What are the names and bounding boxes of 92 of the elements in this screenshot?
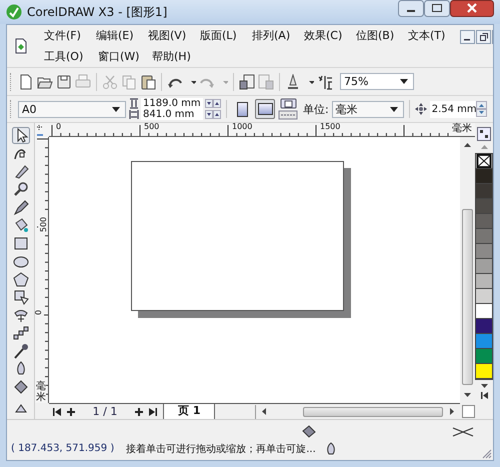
color-swatch[interactable] (476, 364, 492, 379)
color-swatch[interactable] (476, 169, 492, 184)
status-message: 接着单击可进行拖动或缩放；再单击可旋... (126, 442, 316, 456)
minimize-icon[interactable] (398, 0, 424, 17)
menu-item[interactable]: 视图(V) (148, 28, 200, 43)
cursor-coordinates: ( 187.453, 571.959 ) (11, 443, 114, 454)
landscape-button[interactable] (255, 99, 275, 119)
ruler-label: 500 (38, 216, 48, 234)
window-title: CorelDRAW X3 - [图形1] (27, 4, 168, 20)
height-field[interactable]: 841.0 mm (141, 109, 203, 120)
color-swatch[interactable] (476, 184, 492, 199)
color-swatch[interactable] (476, 229, 492, 244)
width-icon (129, 98, 139, 109)
menu-item[interactable]: 排列(A) (252, 28, 304, 43)
scroll-thumb[interactable] (303, 406, 444, 416)
minimize-icon[interactable] (460, 30, 475, 44)
color-swatch[interactable] (476, 214, 492, 229)
no-outline-icon (452, 426, 474, 436)
scroll-thumb[interactable] (462, 209, 473, 385)
add-page-icon[interactable] (67, 408, 75, 416)
move-arrows-icon (414, 103, 427, 115)
page-layout-icon[interactable] (278, 98, 298, 120)
ruler-label: 0 (55, 123, 62, 131)
pointer-icon[interactable] (12, 127, 30, 144)
width-field[interactable]: 1189.0 mm (141, 98, 203, 109)
color-swatch[interactable] (476, 259, 492, 274)
shapes-icon[interactable] (12, 289, 30, 306)
save-icon[interactable] (56, 74, 72, 90)
ruler-label: 1500 (319, 123, 342, 131)
color-swatch[interactable] (476, 274, 492, 289)
right-arrow-icon (450, 408, 454, 415)
resize-grip-icon (482, 449, 492, 459)
ruler-label: 0 (35, 308, 44, 316)
spinner-icon[interactable] (205, 110, 221, 119)
menu-item[interactable]: 文本(T) (408, 28, 460, 43)
menu-item[interactable]: 效果(C) (304, 28, 356, 43)
new-document-icon[interactable] (18, 74, 34, 90)
no-color-swatch[interactable] (476, 154, 492, 169)
app-logo-icon (6, 4, 22, 20)
ruler-unit: 毫米 (36, 381, 46, 403)
restore-icon[interactable] (476, 30, 491, 44)
scroll-end-icon[interactable] (480, 392, 488, 399)
units-label: 单位: (303, 102, 329, 116)
add-page-icon[interactable] (135, 408, 143, 416)
color-swatch[interactable] (476, 304, 492, 319)
color-swatch[interactable] (476, 289, 492, 304)
ruler-label: 500 (143, 123, 160, 131)
menu-item[interactable]: 帮助(H) (152, 49, 206, 64)
zoom-dropdown[interactable]: 75% (340, 73, 414, 90)
color-swatch[interactable] (476, 349, 492, 364)
menu-item[interactable]: 版面(L) (200, 28, 252, 43)
corner-box (462, 405, 475, 418)
menu-item[interactable]: 工具(O) (44, 49, 98, 64)
spinner-icon[interactable] (476, 101, 487, 117)
caret-icon (400, 79, 408, 84)
blend-icon[interactable] (12, 325, 30, 342)
clipboard-icon[interactable] (140, 74, 156, 90)
ruler-label: 1000 (231, 123, 254, 131)
palette-menu-icon[interactable] (477, 127, 491, 141)
down-arrow-icon (464, 393, 471, 397)
close-icon[interactable] (450, 0, 494, 17)
page-tab[interactable]: 页 1 (163, 404, 216, 420)
eyedropper-icon[interactable] (12, 343, 30, 360)
menu-item[interactable]: 窗口(W) (98, 49, 152, 64)
color-swatch[interactable] (476, 334, 492, 349)
pen-nib-icon (326, 442, 336, 456)
menu-item[interactable]: 编辑(E) (96, 28, 148, 43)
caret-icon (390, 106, 398, 112)
first-page-icon[interactable] (53, 408, 61, 416)
nudge-field[interactable]: 2.54 mm (430, 100, 487, 118)
caret-icon (112, 106, 120, 112)
left-arrow-icon (262, 408, 266, 415)
rectangle-icon[interactable] (12, 235, 30, 252)
magnifier-icon[interactable] (12, 181, 30, 198)
units-dropdown[interactable]: 毫米 (332, 100, 404, 118)
pen-icon[interactable] (12, 199, 30, 216)
height-icon (129, 109, 139, 120)
last-page-icon[interactable] (149, 408, 157, 416)
color-swatch[interactable] (476, 319, 492, 334)
color-swatch[interactable] (476, 244, 492, 259)
down-arrow-icon[interactable] (480, 384, 488, 388)
menu-item[interactable]: 位图(B) (356, 28, 408, 43)
pentagon-icon[interactable] (12, 271, 30, 288)
menu-item[interactable]: 文件(F) (44, 28, 96, 43)
paper-size-dropdown[interactable]: A0 (18, 100, 126, 118)
up-arrow-icon (464, 143, 471, 147)
import-icon[interactable] (239, 74, 255, 90)
document-icon (15, 38, 27, 54)
page-count: 1 / 1 (92, 405, 118, 418)
spinner-icon[interactable] (205, 99, 221, 108)
color-swatch[interactable] (476, 199, 492, 214)
maximize-icon[interactable] (424, 0, 450, 17)
